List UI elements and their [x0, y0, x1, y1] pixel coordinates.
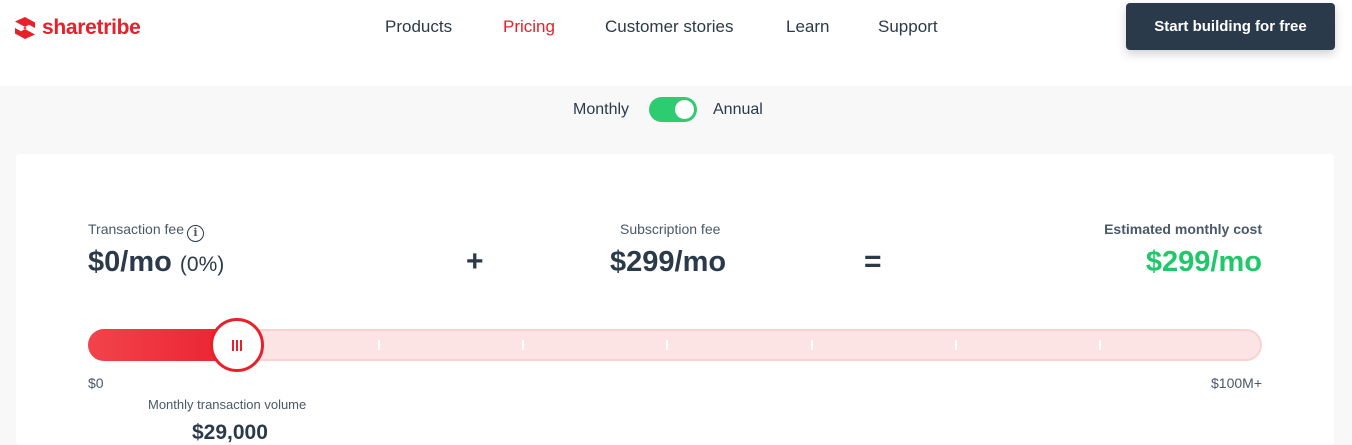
grip-line	[236, 339, 239, 351]
annual-label[interactable]: Annual	[713, 101, 763, 119]
subscription-fee-value: $299/mo	[610, 246, 727, 278]
sharetribe-logo[interactable]: sharetribe	[14, 15, 141, 41]
billing-period-toggle[interactable]	[649, 97, 697, 122]
transaction-volume-slider-track[interactable]	[88, 329, 1262, 361]
slider-tick	[378, 340, 380, 350]
brand-name: sharetribe	[42, 16, 141, 39]
nav-item-learn[interactable]: Learn	[786, 17, 829, 37]
estimated-cost-label: Estimated monthly cost	[1104, 221, 1262, 237]
monthly-volume-label: Monthly transaction volume	[148, 397, 307, 412]
grip-line	[232, 339, 235, 351]
transaction-fee-label: Transaction fee i	[88, 221, 204, 242]
slider-tick	[1099, 340, 1101, 350]
monthly-label[interactable]: Monthly	[573, 101, 629, 119]
sharetribe-logo-mark-icon	[15, 17, 35, 39]
billing-toggle-row: Monthly Annual	[0, 97, 1352, 123]
transaction-fee-label-text: Transaction fee	[88, 221, 184, 237]
slider-tick	[522, 340, 525, 350]
top-navigation-bar: sharetribe Products Pricing Customer sto…	[0, 0, 1352, 86]
transaction-fee-value: $0/mo (0%)	[88, 246, 224, 279]
toggle-knob	[675, 100, 694, 119]
nav-item-products[interactable]: Products	[385, 17, 452, 37]
grip-line	[240, 339, 243, 351]
subscription-fee-label: Subscription fee	[620, 221, 721, 237]
slider-tick	[666, 340, 669, 350]
start-building-button[interactable]: Start building for free	[1126, 3, 1335, 50]
equals-operator: =	[864, 245, 882, 278]
monthly-volume-value: $29,000	[192, 421, 268, 444]
transaction-fee-percent: (0%)	[179, 253, 225, 276]
slider-max-label: $100M+	[1211, 375, 1262, 391]
estimated-cost-value: $299/mo	[1145, 246, 1262, 278]
transaction-fee-amount: $0/mo	[88, 246, 172, 278]
nav-item-pricing[interactable]: Pricing	[503, 17, 555, 37]
slider-tick	[810, 340, 813, 350]
slider-thumb-handle[interactable]	[210, 318, 265, 372]
nav-item-customer-stories[interactable]: Customer stories	[605, 17, 733, 37]
plus-operator: +	[466, 245, 484, 278]
nav-item-support[interactable]: Support	[878, 17, 938, 37]
slider-min-label: $0	[88, 375, 104, 391]
info-icon[interactable]: i	[186, 225, 204, 242]
slider-tick	[954, 340, 957, 350]
